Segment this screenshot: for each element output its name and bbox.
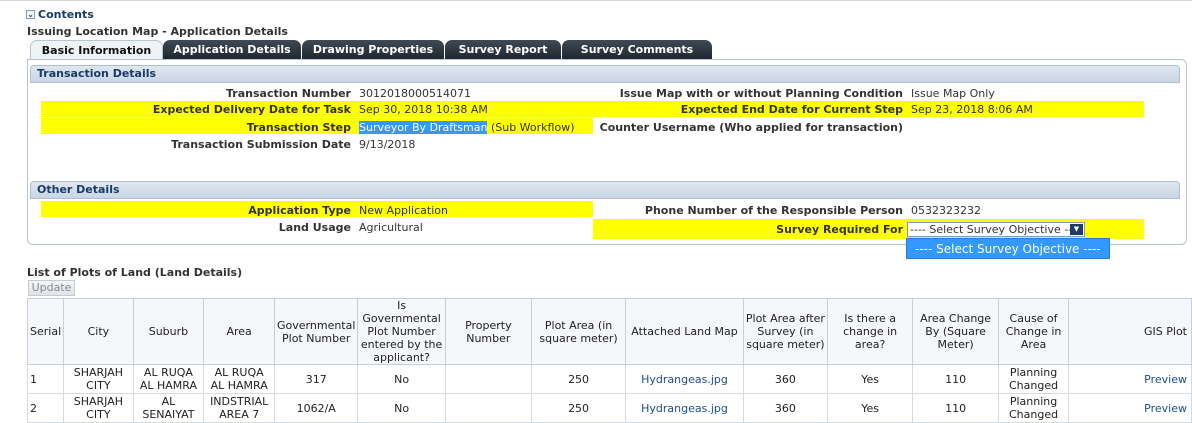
table-cell: Planning Changed (997, 364, 1070, 394)
plots-list-title: List of Plots of Land (Land Details) (27, 266, 243, 279)
end-date-value: Sep 23, 2018 8:06 AM (911, 103, 1033, 116)
survey-dropdown-option[interactable]: ---- Select Survey Objective ---- (906, 238, 1110, 259)
column-header[interactable]: Is there a change in area? (826, 298, 914, 365)
tab-label: Drawing Properties (312, 43, 434, 56)
survey-required-label: Survey Required For (776, 223, 903, 236)
application-type-label: Application Type (248, 204, 351, 217)
column-header[interactable]: Area Change By (Square Meter) (912, 298, 999, 365)
update-button[interactable]: Update (28, 280, 75, 296)
column-header[interactable]: Plot Area after Survey (in square meter) (742, 298, 828, 365)
table-cell: No (357, 364, 446, 394)
land-map-link[interactable]: Hydrangeas.jpg (641, 373, 728, 386)
submission-date-label: Transaction Submission Date (171, 138, 351, 151)
table-cell (444, 393, 532, 423)
column-header[interactable]: Plot Area (in square meter) (530, 298, 627, 365)
tab-panel (27, 59, 1187, 245)
page-title: Issuing Location Map - Application Detai… (27, 25, 288, 38)
tab-label: Survey Report (458, 43, 548, 56)
phone-number-value: 0532323232 (911, 204, 981, 217)
table-cell: Hydrangeas.jpg (625, 364, 744, 394)
column-header[interactable]: Is Governmental Plot Number entered by t… (357, 298, 446, 365)
table-cell: 360 (742, 393, 828, 423)
application-type-value: New Application (359, 204, 448, 217)
table-cell: 2 (26, 393, 65, 423)
column-header[interactable]: Governmental Plot Number (274, 298, 359, 365)
table-cell: 1 (26, 364, 65, 394)
table-row: 2 SHARJAH CITY AL SENAIYAT INDSTRIAL ARE… (26, 393, 1192, 423)
transaction-step-selected: Surveyor By Draftsman (359, 121, 488, 134)
table-header-row: Serial City Suburb Area Governmental Plo… (26, 298, 1192, 365)
land-usage-label: Land Usage (278, 221, 351, 234)
tab-drawing-properties[interactable]: Drawing Properties (302, 40, 444, 59)
table-cell: Yes (826, 393, 914, 423)
dropdown-arrow-icon[interactable]: ▼ (1070, 224, 1083, 235)
table-cell: 1062/A (274, 393, 359, 423)
other-details-header: Other Details (30, 181, 1180, 199)
land-usage-value: Agricultural (359, 221, 423, 234)
table-cell: Planning Changed (997, 393, 1070, 423)
table-cell: 250 (530, 364, 627, 394)
table-cell: Yes (826, 364, 914, 394)
phone-number-label: Phone Number of the Responsible Person (644, 204, 903, 217)
plots-table: Serial City Suburb Area Governmental Plo… (26, 298, 1192, 423)
table-cell: No (357, 393, 446, 423)
column-header[interactable]: Suburb (132, 298, 205, 365)
table-cell: 250 (530, 393, 627, 423)
submission-date-value: 9/13/2018 (359, 138, 416, 151)
table-cell: 110 (912, 364, 999, 394)
tab-label: Survey Comments (580, 43, 694, 56)
tab-label: Application Details (173, 43, 291, 56)
column-header[interactable]: Cause of Change in Area (997, 298, 1070, 365)
transaction-number-label: Transaction Number (226, 87, 351, 100)
chevron-down-icon[interactable]: ⌄ (26, 10, 35, 19)
contents-toggle[interactable]: ⌄ Contents (26, 8, 94, 21)
land-map-link[interactable]: Hydrangeas.jpg (641, 402, 728, 415)
table-cell: INDSTRIAL AREA 7 (203, 393, 276, 423)
gis-preview-link[interactable]: Preview (1144, 402, 1187, 415)
column-header[interactable]: Serial (26, 298, 65, 365)
table-row: 1 SHARJAH CITY AL RUQA AL HAMRA AL RUQA … (26, 364, 1192, 394)
table-cell (444, 364, 532, 394)
survey-objective-select[interactable]: ---- Select Survey Objective ---- ▼ (907, 222, 1085, 237)
table-cell: 110 (912, 393, 999, 423)
table-cell: Preview (1068, 393, 1192, 423)
column-header[interactable]: Attached Land Map (625, 298, 744, 365)
table-cell: AL SENAIYAT (132, 393, 205, 423)
gis-preview-link[interactable]: Preview (1144, 373, 1187, 386)
tab-survey-comments[interactable]: Survey Comments (562, 40, 712, 59)
transaction-step-value: Surveyor By Draftsman (Sub Workflow) (359, 121, 574, 134)
table-cell: AL RUQA AL HAMRA (203, 364, 276, 394)
transaction-step-label: Transaction Step (246, 121, 351, 134)
top-border (0, 0, 1192, 6)
tab-survey-report[interactable]: Survey Report (445, 40, 561, 59)
table-cell: SHARJAH CITY (63, 364, 134, 394)
table-cell: SHARJAH CITY (63, 393, 134, 423)
column-header[interactable]: City (63, 298, 134, 365)
column-header[interactable]: Area (203, 298, 276, 365)
tab-label: Basic Information (41, 44, 152, 57)
table-cell: 317 (274, 364, 359, 394)
table-cell: AL RUQA AL HAMRA (132, 364, 205, 394)
table-cell: Hydrangeas.jpg (625, 393, 744, 423)
column-header[interactable]: GIS Plot (1068, 298, 1192, 365)
issue-map-value: Issue Map Only (911, 87, 995, 100)
delivery-date-value: Sep 30, 2018 10:38 AM (359, 103, 488, 116)
transaction-number-value: 3012018000514071 (359, 87, 471, 100)
end-date-label: Expected End Date for Current Step (680, 103, 903, 116)
table-cell: Preview (1068, 364, 1192, 394)
delivery-date-label: Expected Delivery Date for Task (152, 103, 351, 116)
table-cell: 360 (742, 364, 828, 394)
counter-username-label: Counter Username (Who applied for transa… (599, 121, 903, 134)
survey-select-value: ---- Select Survey Objective ---- (910, 223, 1081, 236)
issue-map-label: Issue Map with or without Planning Condi… (619, 87, 903, 100)
transaction-step-suffix: (Sub Workflow) (490, 121, 575, 134)
contents-label: Contents (38, 8, 94, 21)
tab-application-details[interactable]: Application Details (163, 40, 301, 59)
transaction-details-header: Transaction Details (30, 65, 1180, 83)
column-header[interactable]: Property Number (444, 298, 532, 365)
tab-basic-information[interactable]: Basic Information (30, 40, 163, 59)
